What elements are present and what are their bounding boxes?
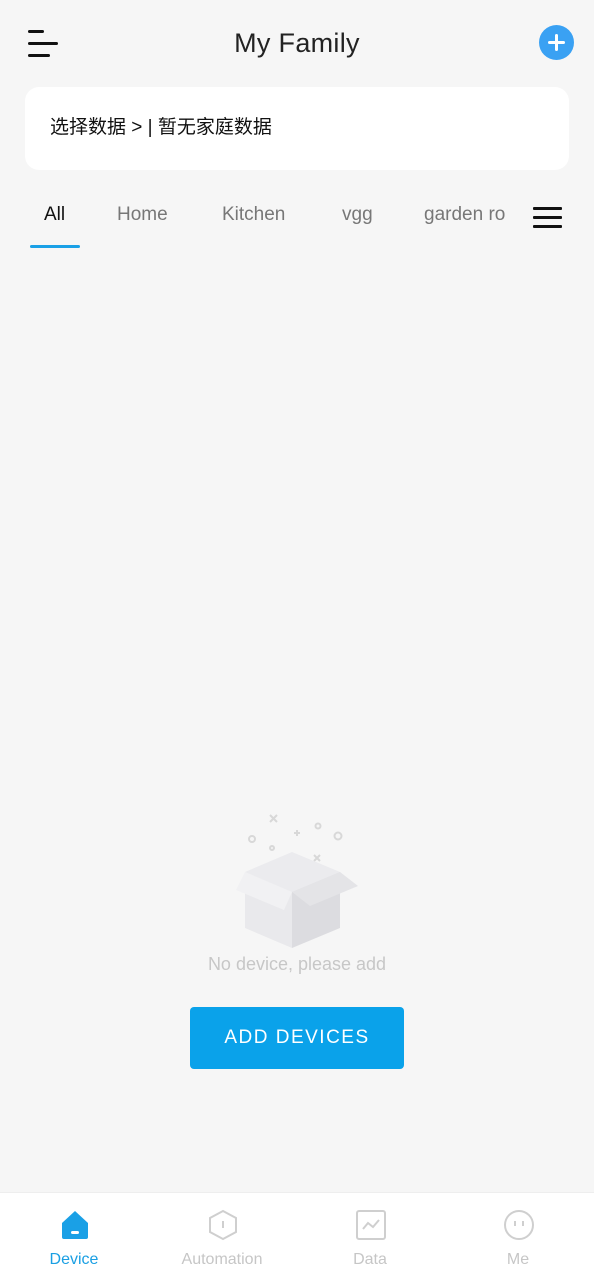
tab-kitchen[interactable]: Kitchen (222, 204, 285, 226)
room-list-menu-icon[interactable] (533, 207, 563, 231)
nav-data[interactable]: Data (296, 1193, 444, 1280)
family-selector[interactable]: 选择数据 > | 暂无家庭数据 (25, 87, 569, 170)
nav-me-label: Me (506, 1251, 530, 1268)
app-header: My Family (0, 0, 594, 88)
face-icon (504, 1210, 534, 1240)
tab-all[interactable]: All (44, 204, 65, 226)
tab-garden-room[interactable]: garden ro (424, 204, 512, 226)
nav-automation[interactable]: Automation (148, 1193, 296, 1280)
page-title: My Family (234, 28, 360, 58)
nav-me[interactable]: Me (444, 1193, 592, 1280)
chart-icon (356, 1210, 386, 1240)
nav-automation-label: Automation (181, 1251, 263, 1268)
active-tab-indicator (30, 245, 80, 248)
family-selector-text: 选择数据 > | 暂无家庭数据 (50, 117, 272, 138)
tab-home[interactable]: Home (117, 204, 168, 226)
tab-vgg[interactable]: vgg (342, 204, 373, 226)
room-tabs: All Home Kitchen vgg garden ro (0, 190, 594, 250)
nav-device[interactable]: Device (0, 1193, 148, 1280)
hexagon-icon (209, 1209, 237, 1241)
home-icon (62, 1211, 88, 1239)
bottom-navigation: Device Automation Data Me (0, 1192, 594, 1280)
add-devices-button[interactable]: ADD DEVICES (190, 1007, 404, 1069)
empty-message: No device, please add (207, 954, 387, 974)
empty-box-icon (236, 814, 358, 948)
nav-device-label: Device (49, 1251, 99, 1268)
add-icon[interactable] (539, 25, 574, 60)
nav-data-label: Data (353, 1251, 387, 1268)
